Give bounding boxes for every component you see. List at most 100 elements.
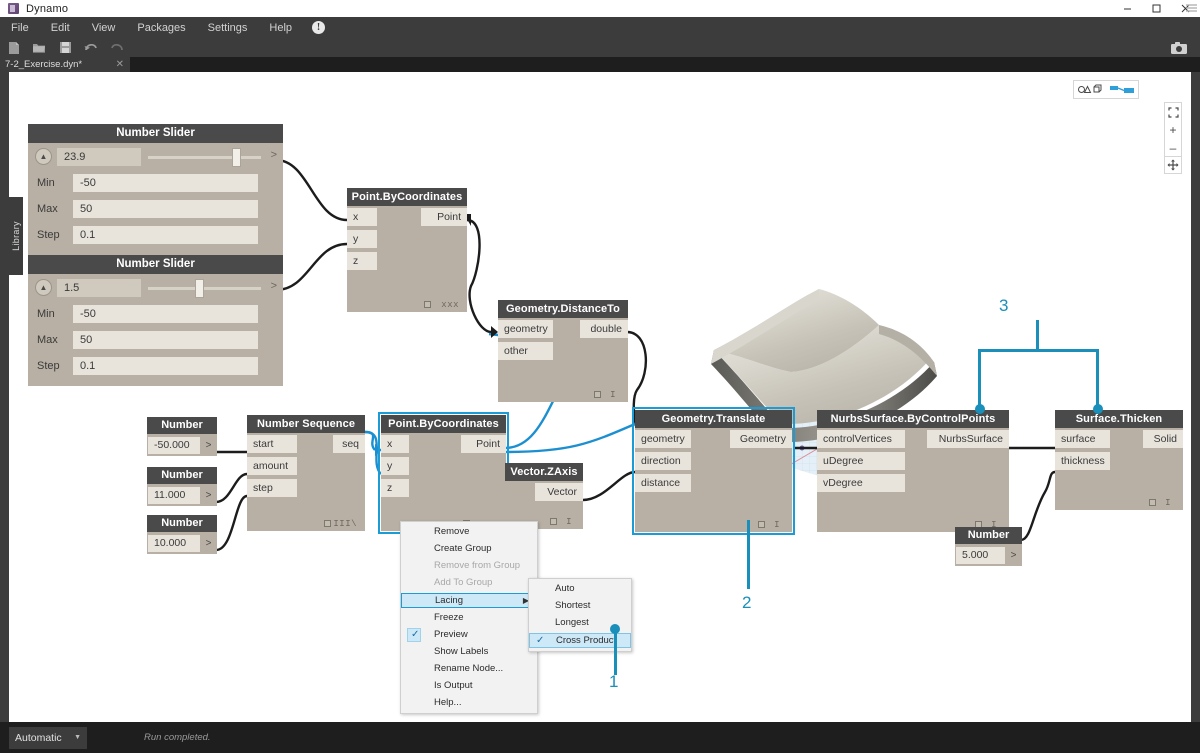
- preview-toggle-icon[interactable]: [424, 301, 431, 308]
- port-in-direction[interactable]: direction: [635, 452, 691, 470]
- ctx-freeze[interactable]: Freeze: [401, 611, 537, 625]
- slider-track[interactable]: [148, 156, 261, 159]
- info-icon[interactable]: !: [312, 21, 326, 34]
- slider-thumb[interactable]: [232, 148, 241, 167]
- slider-track[interactable]: [148, 287, 261, 290]
- geometry-view-icon[interactable]: [1074, 81, 1106, 98]
- chevron-right-icon[interactable]: >: [1005, 550, 1022, 561]
- lacing-shortest[interactable]: Shortest: [529, 599, 631, 613]
- node-geometry-distanceto[interactable]: Geometry.DistanceTo geometry double othe…: [498, 300, 628, 402]
- slider-value[interactable]: 1.5: [57, 279, 141, 297]
- port-in-geometry[interactable]: geometry: [498, 320, 553, 338]
- node-point-bycoordinates-lower[interactable]: Point.ByCoordinates x Point y z xxx: [378, 412, 509, 534]
- port-out-point[interactable]: Point: [461, 435, 506, 453]
- chevron-right-icon[interactable]: >: [200, 538, 217, 549]
- run-mode-dropdown[interactable]: Automatic ▼: [9, 726, 87, 749]
- number-value-input[interactable]: 10.000: [148, 534, 200, 552]
- node-number-2[interactable]: Number 11.000 >: [147, 467, 217, 506]
- zoom-to-fit-icon[interactable]: [1165, 103, 1181, 121]
- port-out-double[interactable]: double: [580, 320, 628, 338]
- slider-thumb[interactable]: [195, 279, 204, 298]
- maximize-icon[interactable]: [1142, 0, 1171, 17]
- port-in-surface[interactable]: surface: [1055, 430, 1110, 448]
- ctx-lacing[interactable]: Lacing ▶: [401, 593, 537, 608]
- save-icon[interactable]: [52, 38, 78, 57]
- screenshot-camera-icon[interactable]: [1166, 38, 1192, 57]
- node-number-slider-1[interactable]: Number Slider ▲ 23.9 > Min -50 Max 50 St…: [28, 124, 283, 255]
- node-point-bycoordinates-upper[interactable]: Point.ByCoordinates x Point y z xxx: [347, 188, 467, 312]
- port-out-vector[interactable]: Vector: [535, 483, 583, 501]
- node-number-sequence[interactable]: Number Sequence start seq amount step II…: [247, 415, 365, 531]
- port-in-distance[interactable]: distance: [635, 474, 691, 492]
- port-in-y[interactable]: y: [347, 230, 377, 248]
- viewport-zoom-controls[interactable]: + –: [1164, 102, 1182, 158]
- slider-step-input[interactable]: 0.1: [73, 357, 258, 375]
- menu-packages[interactable]: Packages: [126, 17, 196, 38]
- menu-help[interactable]: Help: [258, 17, 303, 38]
- pan-icon[interactable]: [1164, 156, 1182, 174]
- minimize-icon[interactable]: [1113, 0, 1142, 17]
- menu-view[interactable]: View: [81, 17, 127, 38]
- new-file-icon[interactable]: [0, 38, 26, 57]
- menu-edit[interactable]: Edit: [40, 17, 81, 38]
- undo-icon[interactable]: [78, 38, 104, 57]
- port-in-step[interactable]: step: [247, 479, 297, 497]
- port-in-thickness[interactable]: thickness: [1055, 452, 1110, 470]
- slider-min-input[interactable]: -50: [73, 305, 258, 323]
- chevron-right-icon[interactable]: >: [200, 440, 217, 451]
- port-in-y[interactable]: y: [381, 457, 409, 475]
- port-in-other[interactable]: other: [498, 342, 553, 360]
- port-in-udegree[interactable]: uDegree: [817, 452, 905, 470]
- zoom-in-button[interactable]: +: [1165, 121, 1181, 139]
- node-number-slider-2[interactable]: Number Slider ▲ 1.5 > Min -50 Max 50 Ste…: [28, 255, 283, 386]
- tab-7-2-exercise[interactable]: 7-2_Exercise.dyn* ✕: [0, 57, 130, 72]
- open-folder-icon[interactable]: [26, 38, 52, 57]
- ctx-show-labels[interactable]: Show Labels: [401, 645, 537, 659]
- ctx-help[interactable]: Help...: [401, 696, 537, 710]
- number-value-input[interactable]: -50.000: [148, 436, 200, 454]
- library-panel-tab[interactable]: Library: [9, 197, 23, 275]
- zoom-out-button[interactable]: –: [1165, 139, 1181, 157]
- node-context-menu[interactable]: Remove Create Group Remove from Group Ad…: [400, 521, 538, 714]
- port-in-x[interactable]: x: [381, 435, 409, 453]
- port-in-start[interactable]: start: [247, 435, 297, 453]
- slider-max-input[interactable]: 50: [73, 331, 258, 349]
- preview-toggle-icon[interactable]: [1149, 499, 1156, 506]
- port-out-geometry[interactable]: Geometry: [730, 430, 792, 448]
- port-out-nurbssurface[interactable]: NurbsSurface: [927, 430, 1009, 448]
- port-out-point[interactable]: Point: [421, 208, 467, 226]
- preview-toggle-icon[interactable]: [758, 521, 765, 528]
- number-value-input[interactable]: 5.000: [956, 546, 1005, 564]
- ctx-rename-node[interactable]: Rename Node...: [401, 662, 537, 676]
- preview-toggle-icon[interactable]: [594, 391, 601, 398]
- ctx-remove[interactable]: Remove: [401, 525, 537, 539]
- slider-min-input[interactable]: -50: [73, 174, 258, 192]
- menu-settings[interactable]: Settings: [197, 17, 259, 38]
- number-value-input[interactable]: 11.000: [148, 486, 200, 504]
- graph-view-icon[interactable]: [1106, 81, 1138, 98]
- slider-step-input[interactable]: 0.1: [73, 226, 258, 244]
- port-in-geometry[interactable]: geometry: [635, 430, 691, 448]
- graph-canvas[interactable]: Library Number Slider ▲ 23.9 > Min -50 M…: [9, 72, 1191, 722]
- chevron-right-icon[interactable]: >: [271, 149, 277, 161]
- chevron-right-icon[interactable]: >: [271, 280, 277, 292]
- preview-toggle-icon[interactable]: [324, 520, 331, 527]
- menu-file[interactable]: File: [0, 17, 40, 38]
- chevron-up-icon[interactable]: ▲: [35, 148, 52, 165]
- hamburger-menu-icon[interactable]: [1185, 1, 1198, 19]
- node-number-4[interactable]: Number 5.000 >: [955, 527, 1022, 566]
- port-in-z[interactable]: z: [347, 252, 377, 270]
- port-out-solid[interactable]: Solid: [1143, 430, 1183, 448]
- viewport-view-toggle[interactable]: [1073, 80, 1139, 99]
- ctx-is-output[interactable]: Is Output: [401, 679, 537, 693]
- node-surface-thicken[interactable]: Surface.Thicken surface Solid thickness …: [1055, 410, 1183, 510]
- tab-close-icon[interactable]: ✕: [116, 59, 124, 70]
- slider-max-input[interactable]: 50: [73, 200, 258, 218]
- node-geometry-translate[interactable]: Geometry.Translate geometry Geometry dir…: [632, 407, 795, 535]
- slider-value[interactable]: 23.9: [57, 148, 141, 166]
- port-in-vdegree[interactable]: vDegree: [817, 474, 905, 492]
- node-vector-zaxis[interactable]: Vector.ZAxis Vector I: [505, 463, 583, 529]
- port-in-z[interactable]: z: [381, 479, 409, 497]
- preview-toggle-icon[interactable]: [550, 518, 557, 525]
- redo-icon[interactable]: [104, 38, 130, 57]
